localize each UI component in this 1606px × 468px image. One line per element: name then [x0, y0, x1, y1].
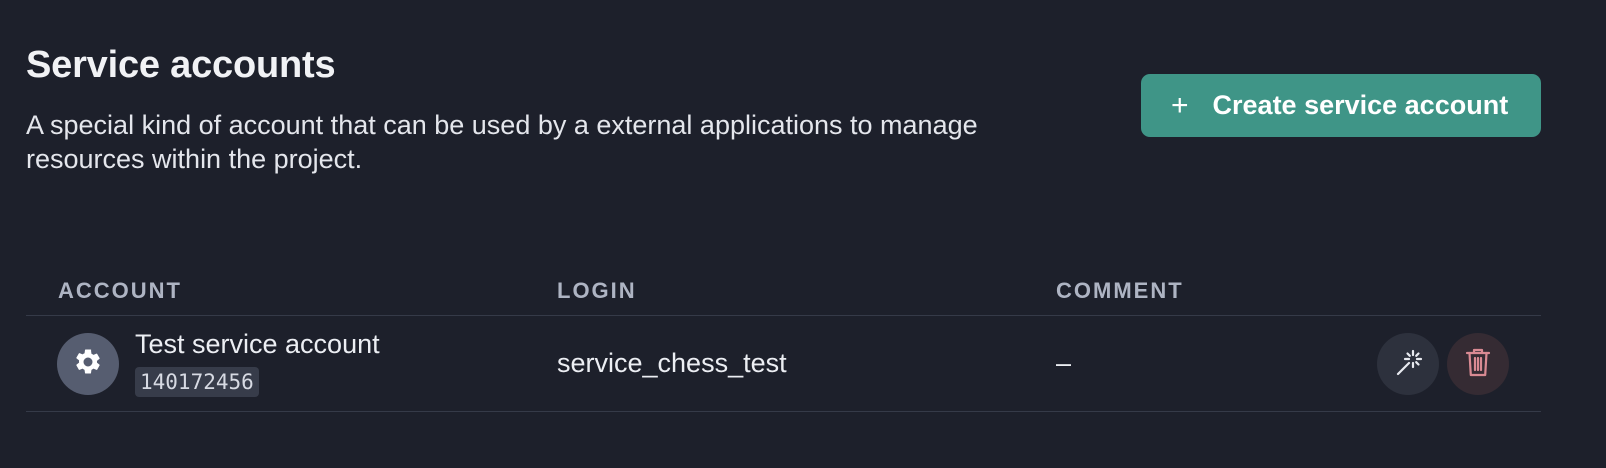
column-header-account: ACCOUNT [58, 278, 182, 303]
gear-icon [73, 347, 103, 382]
account-name: Test service account [135, 329, 380, 359]
generate-token-button[interactable] [1377, 333, 1439, 395]
account-comment: – [1056, 348, 1072, 378]
magic-wand-icon [1392, 347, 1424, 382]
table-row: Test service account 140172456 service_c… [26, 316, 1541, 412]
service-accounts-table: ACCOUNT LOGIN COMMENT Test service accou… [26, 272, 1541, 412]
create-service-account-label: Create service account [1212, 90, 1509, 120]
delete-account-button[interactable] [1447, 333, 1509, 395]
create-service-account-button[interactable]: + Create service account [1141, 74, 1541, 137]
service-accounts-page: Service accounts A special kind of accou… [0, 0, 1606, 468]
table-header: ACCOUNT LOGIN COMMENT [26, 272, 1541, 316]
page-description: A special kind of account that can be us… [26, 110, 978, 174]
page-title: Service accounts [26, 44, 336, 86]
trash-icon [1463, 347, 1493, 382]
account-avatar [57, 333, 119, 395]
account-id: 140172456 [135, 367, 259, 397]
column-header-comment: COMMENT [1056, 278, 1184, 303]
account-login: service_chess_test [557, 348, 787, 378]
plus-icon: + [1171, 88, 1189, 122]
column-header-login: LOGIN [557, 278, 637, 303]
